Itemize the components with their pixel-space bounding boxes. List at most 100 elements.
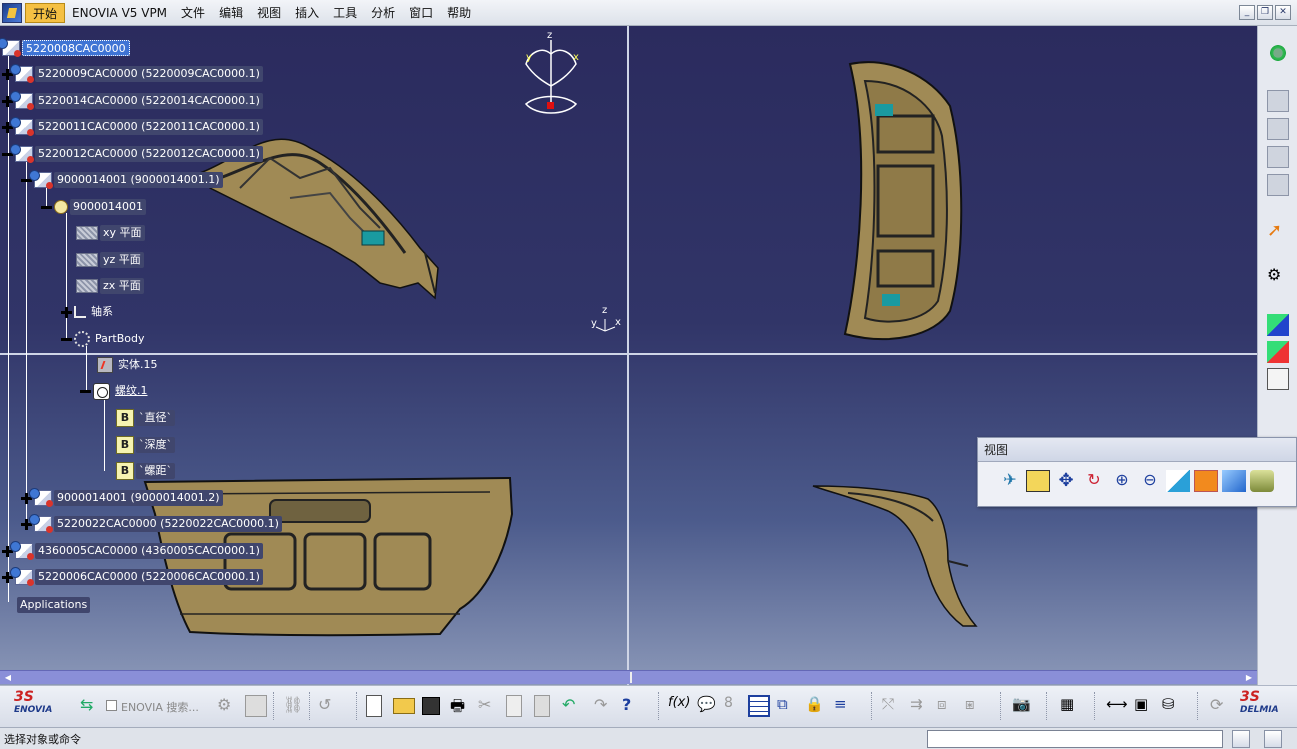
new-file-icon[interactable]	[366, 695, 382, 717]
table-icon[interactable]	[748, 695, 770, 717]
rotate-icon[interactable]: ↻	[1082, 470, 1106, 492]
parameter-icon[interactable]: 8	[724, 695, 746, 717]
scroll-thumb[interactable]	[630, 672, 632, 683]
zoom-out-icon[interactable]: ⊖	[1138, 470, 1162, 492]
tree-node-zx-plane[interactable]: zx 平面	[76, 277, 144, 295]
enovia-search-icon[interactable]: ⇆	[80, 695, 102, 717]
tree-node-axis-system[interactable]: 轴系	[61, 303, 116, 321]
split-icon[interactable]: ⤲	[882, 695, 904, 717]
paste-icon[interactable]	[534, 695, 550, 717]
collapse-icon[interactable]	[61, 334, 72, 345]
checkbox-icon[interactable]	[106, 700, 117, 711]
assembly-tree-icon[interactable]	[1267, 314, 1289, 336]
menu-window[interactable]: 窗口	[402, 3, 440, 23]
palette-title[interactable]: 视图	[978, 438, 1296, 462]
menu-insert[interactable]: 插入	[288, 3, 326, 23]
tree-node-thread-1[interactable]: 螺纹.1	[80, 382, 151, 400]
print-icon[interactable]: 🖶	[450, 695, 472, 717]
product-structure-icon[interactable]	[1267, 90, 1289, 112]
tree-node-solid-15[interactable]: 实体.15	[97, 356, 161, 374]
tree-node-5220006[interactable]: 5220006CAC0000 (5220006CAC0000.1)	[2, 567, 263, 586]
tree-node-xy-plane[interactable]: xy 平面	[76, 224, 145, 242]
tree-node-applications[interactable]: Applications	[17, 596, 91, 614]
tree-node-root[interactable]: 5220008CAC0000	[0, 38, 130, 57]
tree-node-yz-plane[interactable]: yz 平面	[76, 251, 144, 269]
measure-between-icon[interactable]: ⟷	[1106, 695, 1128, 717]
status-button-2[interactable]	[1264, 730, 1282, 748]
cut-icon[interactable]: ✂	[478, 695, 500, 717]
pan-icon[interactable]: ✥	[1054, 470, 1078, 492]
menu-enovia[interactable]: ENOVIA V5 VPM	[65, 3, 174, 23]
refresh-icon[interactable]: ↺	[318, 695, 340, 717]
fly-mode-icon[interactable]: ✈	[998, 470, 1022, 492]
menu-edit[interactable]: 编辑	[212, 3, 250, 23]
collapse-icon[interactable]	[41, 202, 52, 213]
catia-app-icon[interactable]	[2, 2, 22, 23]
tree-expand-icon[interactable]: ⧉	[777, 695, 799, 717]
compass-widget[interactable]: z x y	[520, 30, 582, 124]
relations-icon[interactable]: ⧈	[937, 695, 959, 717]
horizontal-scrollbar[interactable]: ◀ ▶	[0, 670, 1257, 684]
tree-node-4360005[interactable]: 4360005CAC0000 (4360005CAC0000.1)	[2, 541, 263, 560]
menu-start[interactable]: 开始	[25, 2, 66, 23]
tree-node-param-pitch[interactable]: B `螺距`	[116, 462, 175, 480]
formula-icon[interactable]: f(x)	[668, 695, 690, 717]
collapse-icon[interactable]	[80, 386, 91, 397]
menu-view[interactable]: 视图	[250, 3, 288, 23]
tree-node-5220011[interactable]: 5220011CAC0000 (5220011CAC0000.1)	[2, 117, 263, 136]
menu-tools[interactable]: 工具	[326, 3, 364, 23]
tree-node-9000014001-2[interactable]: 9000014001 (9000014001.2)	[21, 488, 223, 507]
comment-icon[interactable]: 💬	[697, 695, 719, 717]
catalog-icon[interactable]: ▦	[1060, 695, 1082, 717]
fit-all-icon[interactable]	[1026, 470, 1050, 492]
shading-icon[interactable]	[1250, 470, 1274, 492]
minimize-button[interactable]: _	[1239, 5, 1255, 20]
viewport-vertical-splitter[interactable]	[627, 26, 629, 685]
specification-tree[interactable]: 5220008CAC0000 5220009CAC0000 (5220009CA…	[0, 26, 300, 626]
undo-icon[interactable]: ↶	[562, 695, 584, 717]
product-structure-icon[interactable]	[1267, 146, 1289, 168]
tree-tools-icon[interactable]: ⚙	[217, 695, 239, 717]
snap-icon[interactable]: ⚙	[1267, 264, 1289, 286]
help-icon[interactable]: ?	[622, 695, 644, 717]
swap-icon[interactable]: ⟳	[1210, 695, 1232, 717]
close-button[interactable]: ✕	[1275, 5, 1291, 20]
3d-viewport[interactable]: z x y z x y 5220008CAC0000 5220009CAC000…	[0, 26, 1257, 685]
multi-view-icon[interactable]	[1194, 470, 1218, 492]
save-all-icon[interactable]	[245, 695, 267, 717]
command-input[interactable]	[927, 730, 1223, 748]
save-icon[interactable]	[422, 697, 440, 715]
camera-icon[interactable]: 📷	[1012, 695, 1034, 717]
tree-node-param-diameter[interactable]: B `直径`	[116, 409, 175, 427]
view-toolbar-palette[interactable]: 视图 ✈ ✥ ↻ ⊕ ⊖	[977, 437, 1297, 507]
product-structure-icon[interactable]	[1267, 174, 1289, 196]
normal-view-icon[interactable]	[1166, 470, 1190, 492]
tree-node-param-depth[interactable]: B `深度`	[116, 436, 175, 454]
enovia-search-label[interactable]: ENOVIA 搜索...	[121, 699, 199, 715]
gears-icon[interactable]	[1267, 42, 1289, 64]
assembly-tree-icon[interactable]	[1267, 341, 1289, 363]
measure-icon[interactable]: ⧆	[965, 695, 987, 717]
copy-icon[interactable]	[506, 695, 522, 717]
rule-icon[interactable]: ≡	[834, 695, 856, 717]
expand-icon[interactable]	[61, 306, 72, 318]
tree-node-partbody[interactable]: PartBody	[61, 330, 147, 348]
product-structure-icon[interactable]	[1267, 118, 1289, 140]
part-view-top-right[interactable]	[830, 56, 970, 346]
select-arrow-icon[interactable]: ➚	[1267, 220, 1289, 242]
scroll-right-icon[interactable]: ▶	[1243, 672, 1255, 683]
menu-help[interactable]: 帮助	[440, 3, 478, 23]
link-icon[interactable]: ⛓	[283, 695, 305, 717]
tree-node-9000014001-1[interactable]: 9000014001 (9000014001.1)	[21, 170, 223, 189]
measure-item-icon[interactable]: ▣	[1134, 695, 1156, 717]
tree-node-part-9000014001[interactable]: 9000014001	[41, 198, 146, 216]
menu-analyze[interactable]: 分析	[364, 3, 402, 23]
restore-button[interactable]: ❐	[1257, 5, 1273, 20]
tree-node-5220022[interactable]: 5220022CAC0000 (5220022CAC0000.1)	[21, 514, 282, 533]
tree-node-5220014[interactable]: 5220014CAC0000 (5220014CAC0000.1)	[2, 91, 263, 110]
scroll-left-icon[interactable]: ◀	[2, 672, 14, 683]
merge-icon[interactable]: ⇉	[910, 695, 932, 717]
redo-icon[interactable]: ↷	[594, 695, 616, 717]
open-folder-icon[interactable]	[393, 698, 415, 714]
list-icon[interactable]	[1267, 368, 1289, 390]
